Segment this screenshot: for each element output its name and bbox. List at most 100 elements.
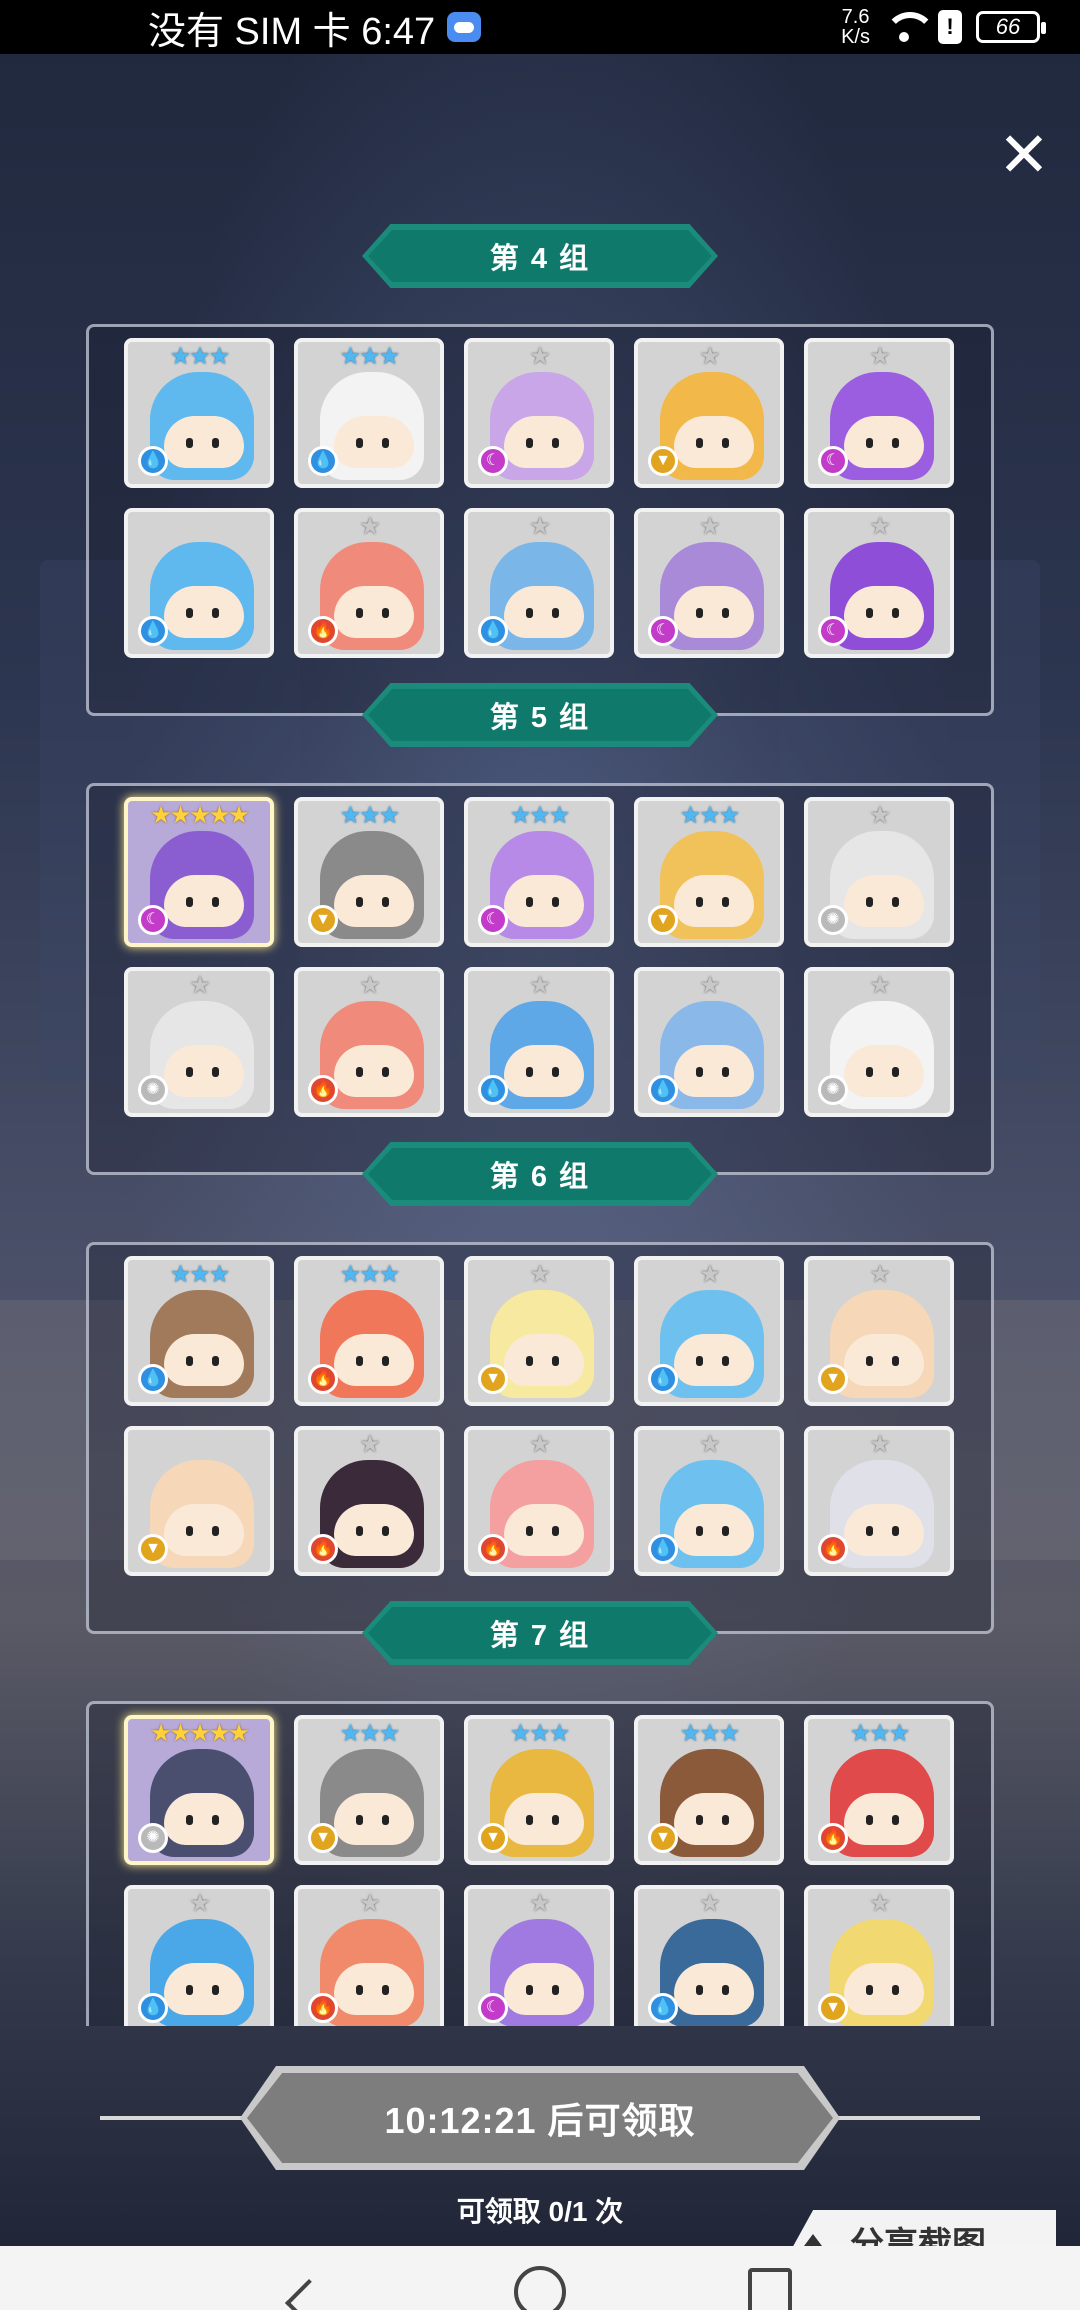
character-face (844, 586, 924, 638)
light-element-icon: ✺ (138, 1823, 168, 1853)
fire-element-icon: 🔥 (818, 1534, 848, 1564)
character-card[interactable]: ★★★ ▼ (294, 1715, 444, 1865)
recent-apps-icon[interactable] (748, 2268, 792, 2310)
claim-button[interactable]: 10:12:21 后可领取 (240, 2066, 840, 2170)
character-card[interactable]: ★ 🔥 (464, 1426, 614, 1576)
character-card[interactable]: ★ ☾ (634, 508, 784, 658)
character-eye (212, 1356, 219, 1366)
rarity-stars: ★ (869, 343, 891, 370)
character-face (844, 875, 924, 927)
character-card[interactable]: ▼ (124, 1426, 274, 1576)
dark-element-icon: ☾ (648, 616, 678, 646)
fire-element-icon: 🔥 (478, 1534, 508, 1564)
rarity-stars: ★ (359, 1890, 381, 1917)
network-speed: 7.6 K/s (841, 6, 870, 48)
character-card[interactable]: ★★★ ▼ (634, 797, 784, 947)
character-eye (186, 897, 193, 907)
character-face (164, 1963, 244, 2015)
character-card[interactable]: ★ 💧 (634, 1426, 784, 1576)
character-eye (892, 438, 899, 448)
character-card[interactable]: ★ ▼ (634, 338, 784, 488)
character-card[interactable]: ★ ☾ (804, 508, 954, 658)
character-eye (212, 438, 219, 448)
character-card[interactable]: ★ 💧 (634, 1256, 784, 1406)
character-eye (356, 1985, 363, 1995)
character-card[interactable]: ★★★ ☾ (464, 797, 614, 947)
character-card[interactable]: ★ ▼ (804, 1885, 954, 2026)
fire-element-icon: 🔥 (308, 1075, 338, 1105)
dark-element-icon: ☾ (818, 446, 848, 476)
fire-element-icon: 🔥 (308, 1534, 338, 1564)
water-element-icon: 💧 (138, 1993, 168, 2023)
earth-element-icon: ▼ (818, 1364, 848, 1394)
character-eye (356, 897, 363, 907)
character-card[interactable]: ★ 🔥 (294, 508, 444, 658)
character-eye (866, 1356, 873, 1366)
character-card[interactable]: ★★★ ▼ (634, 1715, 784, 1865)
character-card[interactable]: ★ ☾ (464, 1885, 614, 2026)
rarity-stars: ★★★ (169, 1261, 231, 1288)
character-card[interactable]: ★ ✺ (804, 967, 954, 1117)
character-card[interactable]: ★★★ 🔥 (294, 1256, 444, 1406)
character-card[interactable]: ★ ✺ (804, 797, 954, 947)
close-button[interactable]: ✕ (996, 125, 1052, 187)
character-eye (552, 438, 559, 448)
earth-element-icon: ▼ (308, 905, 338, 935)
group-list[interactable]: 第 4 组 ★★★ 💧 ★★★ 💧 ★ ☾ ★ ▼ ★ ☾ 💧 ★ 🔥 ★ 💧 ★ ☾ ★ ☾ 第 5 组 ★★★★★ ☾ ★… (86, 222, 994, 2026)
character-card[interactable]: ★★★ 💧 (294, 338, 444, 488)
character-card[interactable]: ★★★ 💧 (124, 1256, 274, 1406)
character-card[interactable]: ★★★ 💧 (124, 338, 274, 488)
character-face (334, 416, 414, 468)
character-card[interactable]: ★ 💧 (124, 1885, 274, 2026)
rarity-stars: ★★★ (339, 1261, 401, 1288)
character-eye (212, 1985, 219, 1995)
group-banner: 第 5 组 (362, 683, 718, 747)
character-card[interactable]: ★ 💧 (634, 967, 784, 1117)
character-card[interactable]: ★ 🔥 (294, 1426, 444, 1576)
water-element-icon: 💧 (308, 446, 338, 476)
character-card[interactable]: ★★★★★ ✺ (124, 1715, 274, 1865)
rarity-stars: ★ (869, 1261, 891, 1288)
character-card[interactable]: ★ 💧 (464, 967, 614, 1117)
character-face (164, 1045, 244, 1097)
character-card[interactable]: 💧 (124, 508, 274, 658)
character-card[interactable]: ★ ☾ (804, 338, 954, 488)
character-card[interactable]: ★ ✺ (124, 967, 274, 1117)
character-card[interactable]: ★★★ ▼ (464, 1715, 614, 1865)
character-eye (186, 1526, 193, 1536)
rarity-stars: ★★★ (339, 343, 401, 370)
wifi-icon (884, 12, 936, 42)
claim-line-right (830, 2116, 980, 2120)
character-card[interactable]: ★ 💧 (634, 1885, 784, 2026)
character-eye (696, 1067, 703, 1077)
character-eye (186, 1985, 193, 1995)
character-face (164, 1504, 244, 1556)
home-icon[interactable] (514, 2266, 566, 2310)
character-card[interactable]: ★ 🔥 (804, 1426, 954, 1576)
character-card[interactable]: ★ 💧 (464, 508, 614, 658)
rarity-stars: ★ (699, 1890, 721, 1917)
rarity-stars: ★ (869, 1890, 891, 1917)
rarity-stars: ★ (869, 1431, 891, 1458)
character-eye (892, 897, 899, 907)
character-card[interactable]: ★ ▼ (804, 1256, 954, 1406)
rarity-stars: ★ (189, 972, 211, 999)
battery-icon: 66 (976, 11, 1046, 43)
rarity-stars: ★ (699, 972, 721, 999)
character-card[interactable]: ★ ☾ (464, 338, 614, 488)
dark-element-icon: ☾ (478, 446, 508, 476)
character-card[interactable]: ★ 🔥 (294, 1885, 444, 2026)
character-card[interactable]: ★ 🔥 (294, 967, 444, 1117)
back-icon[interactable] (288, 2282, 322, 2310)
dark-element-icon: ☾ (478, 905, 508, 935)
group-title: 第 6 组 (368, 1148, 712, 1200)
character-card[interactable]: ★ ▼ (464, 1256, 614, 1406)
character-eye (526, 897, 533, 907)
character-card[interactable]: ★★★★★ ☾ (124, 797, 274, 947)
rarity-stars: ★ (529, 513, 551, 540)
earth-element-icon: ▼ (138, 1534, 168, 1564)
character-card[interactable]: ★★★ ▼ (294, 797, 444, 947)
character-eye (382, 438, 389, 448)
character-card[interactable]: ★★★ 🔥 (804, 1715, 954, 1865)
character-eye (356, 608, 363, 618)
